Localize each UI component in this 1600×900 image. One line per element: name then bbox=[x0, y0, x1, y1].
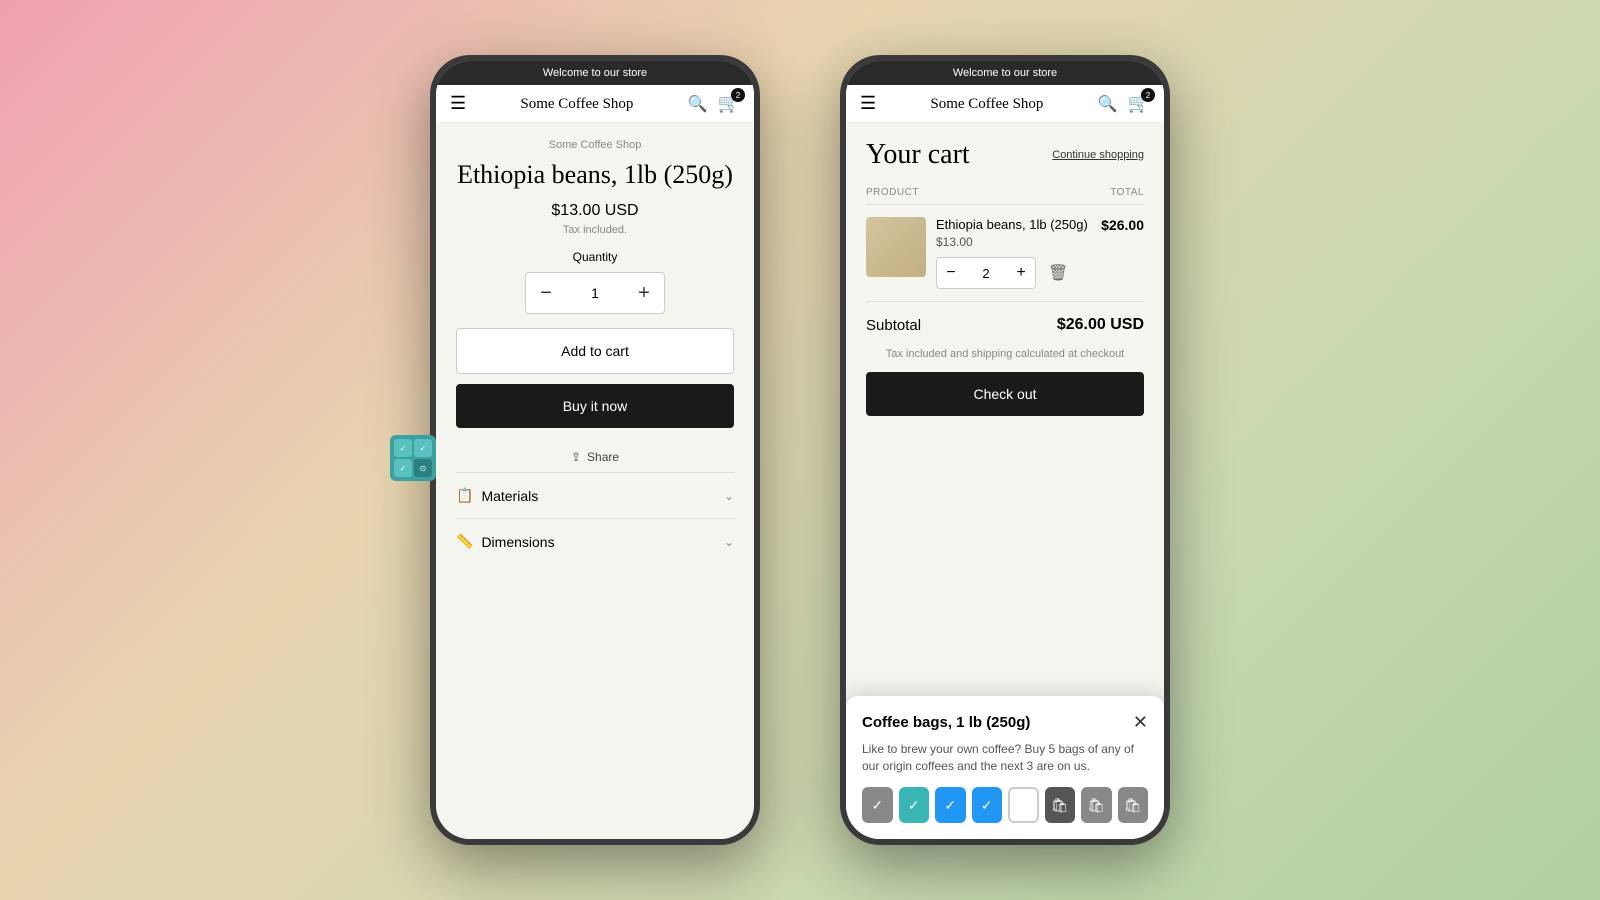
right-phone-screen: Welcome to our store ☰ Some Coffee Shop … bbox=[846, 61, 1164, 839]
toast-close-button[interactable]: ✕ bbox=[1133, 712, 1148, 733]
toast-icons-row: ✓ ✓ ✓ ✓ 🛍 🛍 🛍 bbox=[862, 787, 1148, 823]
chevron-down-materials: ⌄ bbox=[724, 489, 734, 503]
product-title: Ethiopia beans, 1lb (250g) bbox=[456, 159, 734, 190]
search-icon-right[interactable]: 🔍 bbox=[1098, 94, 1118, 114]
toast-icon-5 bbox=[1008, 787, 1039, 823]
header-icons-left: 🔍 🛒 2 bbox=[688, 93, 740, 114]
product-brand: Some Coffee Shop bbox=[456, 139, 734, 151]
quantity-increase[interactable]: + bbox=[624, 273, 664, 313]
checkout-button[interactable]: Check out bbox=[866, 372, 1144, 416]
chevron-down-dimensions: ⌄ bbox=[724, 535, 734, 549]
cart-quantity-decrease[interactable]: − bbox=[937, 258, 965, 288]
right-phone: Welcome to our store ☰ Some Coffee Shop … bbox=[840, 55, 1170, 845]
accordion-dimensions[interactable]: 📏 Dimensions ⌄ bbox=[456, 518, 734, 564]
cart-content: Your cart Continue shopping PRODUCT TOTA… bbox=[846, 123, 1164, 839]
share-icon: ⇪ bbox=[571, 450, 581, 464]
toast-icon-7: 🛍 bbox=[1081, 787, 1112, 823]
cart-subtotal-row: Subtotal $26.00 USD bbox=[866, 301, 1144, 348]
cart-item-total: $26.00 bbox=[1101, 217, 1144, 233]
banner-text-left: Welcome to our store bbox=[543, 67, 647, 79]
store-header-right: ☰ Some Coffee Shop 🔍 🛒 2 bbox=[846, 85, 1164, 123]
dimensions-label: Dimensions bbox=[481, 534, 554, 550]
overlay-icon-4: ⊙ bbox=[414, 459, 432, 477]
cart-item-name: Ethiopia beans, 1lb (250g) bbox=[936, 217, 1091, 232]
store-header-left: ☰ Some Coffee Shop 🔍 🛒 2 bbox=[436, 85, 754, 123]
left-phone-screen: Welcome to our store ☰ Some Coffee Shop … bbox=[436, 61, 754, 839]
store-banner-left: Welcome to our store bbox=[436, 61, 754, 85]
col-total: TOTAL bbox=[1110, 187, 1144, 198]
store-title-left: Some Coffee Shop bbox=[466, 95, 688, 113]
cart-tax-note: Tax included and shipping calculated at … bbox=[866, 348, 1144, 360]
quantity-control: − 1 + bbox=[525, 272, 665, 314]
add-to-cart-button[interactable]: Add to cart bbox=[456, 328, 734, 374]
col-product: PRODUCT bbox=[866, 187, 919, 198]
product-content: Some Coffee Shop Ethiopia beans, 1lb (25… bbox=[436, 123, 754, 839]
overlay-icons: ✓ ✓ ✓ ⊙ bbox=[390, 435, 436, 481]
toast-icon-4: ✓ bbox=[972, 787, 1003, 823]
cart-item-image bbox=[866, 217, 926, 277]
overlay-icon-1: ✓ bbox=[394, 439, 412, 457]
quantity-value: 1 bbox=[566, 285, 624, 301]
banner-text-right: Welcome to our store bbox=[953, 67, 1057, 79]
toast-icon-8: 🛍 bbox=[1118, 787, 1149, 823]
ruler-icon: 📏 bbox=[456, 533, 473, 550]
cart-count-left: 2 bbox=[731, 88, 745, 102]
continue-shopping-link[interactable]: Continue shopping bbox=[1052, 149, 1144, 161]
cart-quantity-value: 2 bbox=[965, 266, 1007, 281]
cart-header-row: Your cart Continue shopping bbox=[866, 139, 1144, 171]
toast-icon-1: ✓ bbox=[862, 787, 893, 823]
product-price: $13.00 USD bbox=[456, 202, 734, 220]
cart-badge-left[interactable]: 🛒 2 bbox=[718, 93, 740, 114]
quantity-label: Quantity bbox=[456, 250, 734, 264]
buy-now-button[interactable]: Buy it now bbox=[456, 384, 734, 428]
toast-icon-6: 🛍 bbox=[1045, 787, 1076, 823]
overlay-icon-2: ✓ bbox=[414, 439, 432, 457]
cart-badge-right[interactable]: 🛒 2 bbox=[1128, 93, 1150, 114]
share-button[interactable]: ⇪ Share bbox=[456, 442, 734, 472]
store-banner-right: Welcome to our store bbox=[846, 61, 1164, 85]
subtotal-value: $26.00 USD bbox=[1057, 316, 1144, 334]
cart-item-details: Ethiopia beans, 1lb (250g) $13.00 − 2 + … bbox=[936, 217, 1091, 289]
toast-icon-2: ✓ bbox=[899, 787, 930, 823]
toast-popup: Coffee bags, 1 lb (250g) ✕ Like to brew … bbox=[846, 696, 1164, 839]
cart-columns: PRODUCT TOTAL bbox=[866, 187, 1144, 205]
menu-icon-left[interactable]: ☰ bbox=[450, 93, 466, 114]
share-label: Share bbox=[587, 450, 619, 464]
left-phone: ✓ ✓ ✓ ⊙ Welcome to our store ☰ Some Coff… bbox=[430, 55, 760, 845]
header-icons-right: 🔍 🛒 2 bbox=[1098, 93, 1150, 114]
product-tax: Tax included. bbox=[456, 224, 734, 236]
quantity-decrease[interactable]: − bbox=[526, 273, 566, 313]
overlay-icon-3: ✓ bbox=[394, 459, 412, 477]
cart-item-row: Ethiopia beans, 1lb (250g) $13.00 − 2 + … bbox=[866, 217, 1144, 289]
toast-body: Like to brew your own coffee? Buy 5 bags… bbox=[862, 741, 1148, 775]
toast-icon-3: ✓ bbox=[935, 787, 966, 823]
cart-item-unit-price: $13.00 bbox=[936, 235, 1091, 249]
store-title-right: Some Coffee Shop bbox=[876, 95, 1098, 113]
clipboard-icon: 📋 bbox=[456, 487, 473, 504]
cart-quantity-increase[interactable]: + bbox=[1007, 258, 1035, 288]
materials-label: Materials bbox=[481, 488, 538, 504]
cart-title: Your cart bbox=[866, 139, 970, 171]
toast-header: Coffee bags, 1 lb (250g) ✕ bbox=[862, 712, 1148, 733]
subtotal-label: Subtotal bbox=[866, 317, 921, 334]
cart-delete-button[interactable]: 🗑 bbox=[1044, 261, 1072, 285]
search-icon-left[interactable]: 🔍 bbox=[688, 94, 708, 114]
toast-title: Coffee bags, 1 lb (250g) bbox=[862, 714, 1030, 731]
menu-icon-right[interactable]: ☰ bbox=[860, 93, 876, 114]
accordion-materials[interactable]: 📋 Materials ⌄ bbox=[456, 472, 734, 518]
cart-quantity-control: − 2 + bbox=[936, 257, 1036, 289]
cart-count-right: 2 bbox=[1141, 88, 1155, 102]
